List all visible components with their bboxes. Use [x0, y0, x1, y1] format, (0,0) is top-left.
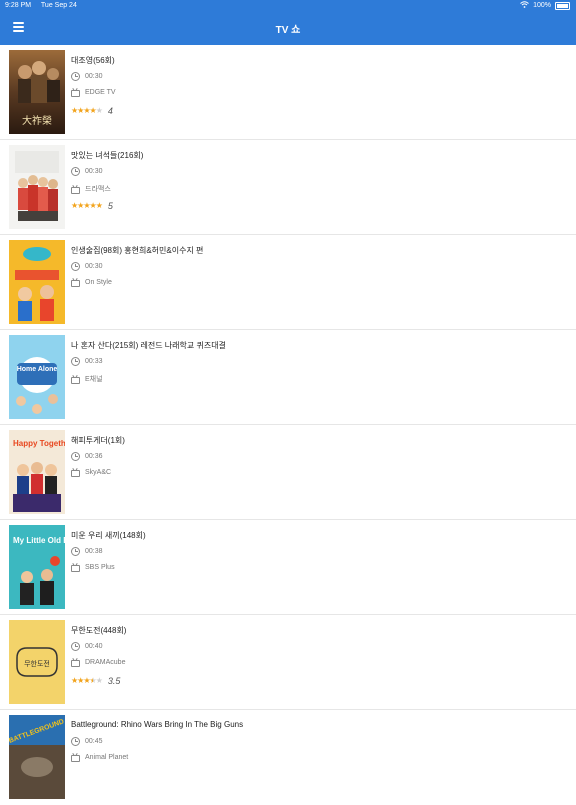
show-channel: Animal Planet — [85, 754, 129, 761]
clock-icon — [71, 547, 80, 556]
show-channel: DRAMAcube — [85, 659, 126, 666]
show-duration: 00:30 — [85, 73, 103, 80]
show-duration: 00:40 — [85, 643, 103, 650]
show-channel: E채널 — [85, 376, 103, 383]
channel-row: SkyA&C — [71, 469, 112, 477]
channel-row: 드라맥스 — [71, 184, 111, 194]
list-item[interactable]: 무한도전 무한도전(448회) 00:40 DRAMAcube ★★★★★ 3.… — [0, 615, 576, 710]
show-duration: 00:45 — [85, 738, 103, 745]
clock-icon — [71, 72, 80, 81]
list-item[interactable]: My Little Old Boy 미운 우리 새끼(148회) 00:38 S… — [0, 520, 576, 615]
tv-icon — [71, 755, 80, 762]
show-duration: 00:36 — [85, 453, 103, 460]
poster-text: 大祚榮 — [22, 114, 52, 127]
show-title: 인생술집(98회) 홍현희&허민&이수지 편 — [71, 246, 204, 255]
battery-icon — [555, 1, 570, 10]
poster-thumbnail: 무한도전 — [9, 620, 65, 704]
tv-icon — [71, 376, 80, 384]
status-bar-left: 9:28 PM Tue Sep 24 — [5, 2, 85, 9]
list-item[interactable]: 인생술집(98회) 홍현희&허민&이수지 편 00:30 On Style — [0, 235, 576, 330]
show-channel: On Style — [85, 279, 112, 286]
rating-row: ★★★★★ 3.5 — [71, 676, 120, 686]
duration-row: 00:33 — [71, 357, 103, 366]
star-rating: ★★★★★ — [71, 106, 103, 115]
poster-thumbnail: Home Alone — [9, 335, 65, 419]
show-title: 맛있는 녀석들(216회) — [71, 151, 144, 160]
rating-row: ★★★★★ 5 — [71, 201, 113, 211]
show-title: 나 혼자 산다(215회) 레전드 나래학교 퀴즈대결 — [71, 341, 226, 350]
tv-icon — [71, 660, 80, 667]
show-title: 무한도전(448회) — [71, 626, 127, 635]
channel-row: E채널 — [71, 374, 103, 384]
channel-row: DRAMAcube — [71, 659, 126, 667]
show-duration: 00:38 — [85, 548, 103, 555]
channel-row: Animal Planet — [71, 754, 129, 762]
list-item[interactable]: Home Alone 나 혼자 산다(215회) 레전드 나래학교 퀴즈대결 0… — [0, 330, 576, 425]
list-item[interactable]: Happy Together 해피투게더(1회) 00:36 SkyA&C — [0, 425, 576, 520]
channel-row: EDGE TV — [71, 89, 116, 97]
page-title: TV 쇼 — [275, 25, 301, 36]
poster-thumbnail: My Little Old Boy — [9, 525, 65, 609]
poster-text: Happy Together — [13, 439, 65, 448]
show-duration: 00:30 — [85, 168, 103, 175]
show-channel: EDGE TV — [85, 89, 116, 96]
show-title: 미운 우리 새끼(148회) — [71, 531, 146, 540]
clock-icon — [71, 357, 80, 366]
show-title: 대조영(56회) — [71, 56, 115, 65]
status-date: Tue Sep 24 — [40, 2, 77, 9]
rating-row: ★★★★★ 4 — [71, 106, 113, 116]
tv-icon — [71, 90, 80, 97]
poster-text: My Little Old Boy — [13, 536, 65, 545]
status-bar-right: 100% — [520, 1, 570, 10]
status-time: 9:28 PM — [5, 2, 32, 9]
rating-value: 4 — [107, 106, 113, 116]
clock-icon — [71, 452, 80, 461]
duration-row: 00:30 — [71, 167, 103, 176]
list-item[interactable]: 大祚榮 대조영(56회) 00:30 EDGE TV ★★★★★ 4 — [0, 45, 576, 140]
clock-icon — [71, 737, 80, 746]
duration-row: 00:40 — [71, 642, 103, 651]
channel-row: On Style — [71, 279, 112, 287]
show-channel: SBS Plus — [85, 564, 115, 571]
clock-icon — [71, 167, 80, 176]
tv-icon — [71, 186, 80, 194]
clock-icon — [71, 642, 80, 651]
duration-row: 00:36 — [71, 452, 103, 461]
poster-thumbnail — [9, 145, 65, 229]
tv-icon — [71, 470, 80, 477]
duration-row: 00:45 — [71, 737, 103, 746]
show-title: 해피투게더(1회) — [71, 436, 125, 445]
star-rating: ★★★★★ — [71, 201, 103, 210]
poster-text: Home Alone — [17, 366, 58, 373]
rating-value: 5 — [107, 201, 113, 211]
poster-text: 무한도전 — [24, 659, 50, 668]
poster-thumbnail: BATTLEGROUND — [9, 715, 65, 799]
poster-thumbnail: Happy Together — [9, 430, 65, 514]
list-item[interactable]: BATTLEGROUND Battleground: Rhino Wars Br… — [0, 710, 576, 805]
battery-percent: 100% — [533, 2, 551, 9]
channel-row: SBS Plus — [71, 564, 115, 572]
app-header: 9:28 PM Tue Sep 24 100% TV 쇼 — [0, 0, 576, 45]
tv-icon — [71, 280, 80, 287]
list-item[interactable]: 맛있는 녀석들(216회) 00:30 드라맥스 ★★★★★ 5 — [0, 140, 576, 235]
show-channel: 드라맥스 — [85, 186, 111, 193]
show-title: Battleground: Rhino Wars Bring In The Bi… — [71, 720, 244, 729]
rating-value: 3.5 — [107, 676, 121, 686]
clock-icon — [71, 262, 80, 271]
show-channel: SkyA&C — [85, 469, 112, 476]
poster-thumbnail — [9, 240, 65, 324]
duration-row: 00:30 — [71, 72, 103, 81]
tv-icon — [71, 565, 80, 572]
wifi-icon — [520, 1, 529, 10]
duration-row: 00:38 — [71, 547, 103, 556]
poster-thumbnail: 大祚榮 — [9, 50, 65, 134]
duration-row: 00:30 — [71, 262, 103, 271]
show-duration: 00:33 — [85, 358, 103, 365]
show-duration: 00:30 — [85, 263, 103, 270]
star-rating: ★★★★★ — [71, 676, 103, 685]
